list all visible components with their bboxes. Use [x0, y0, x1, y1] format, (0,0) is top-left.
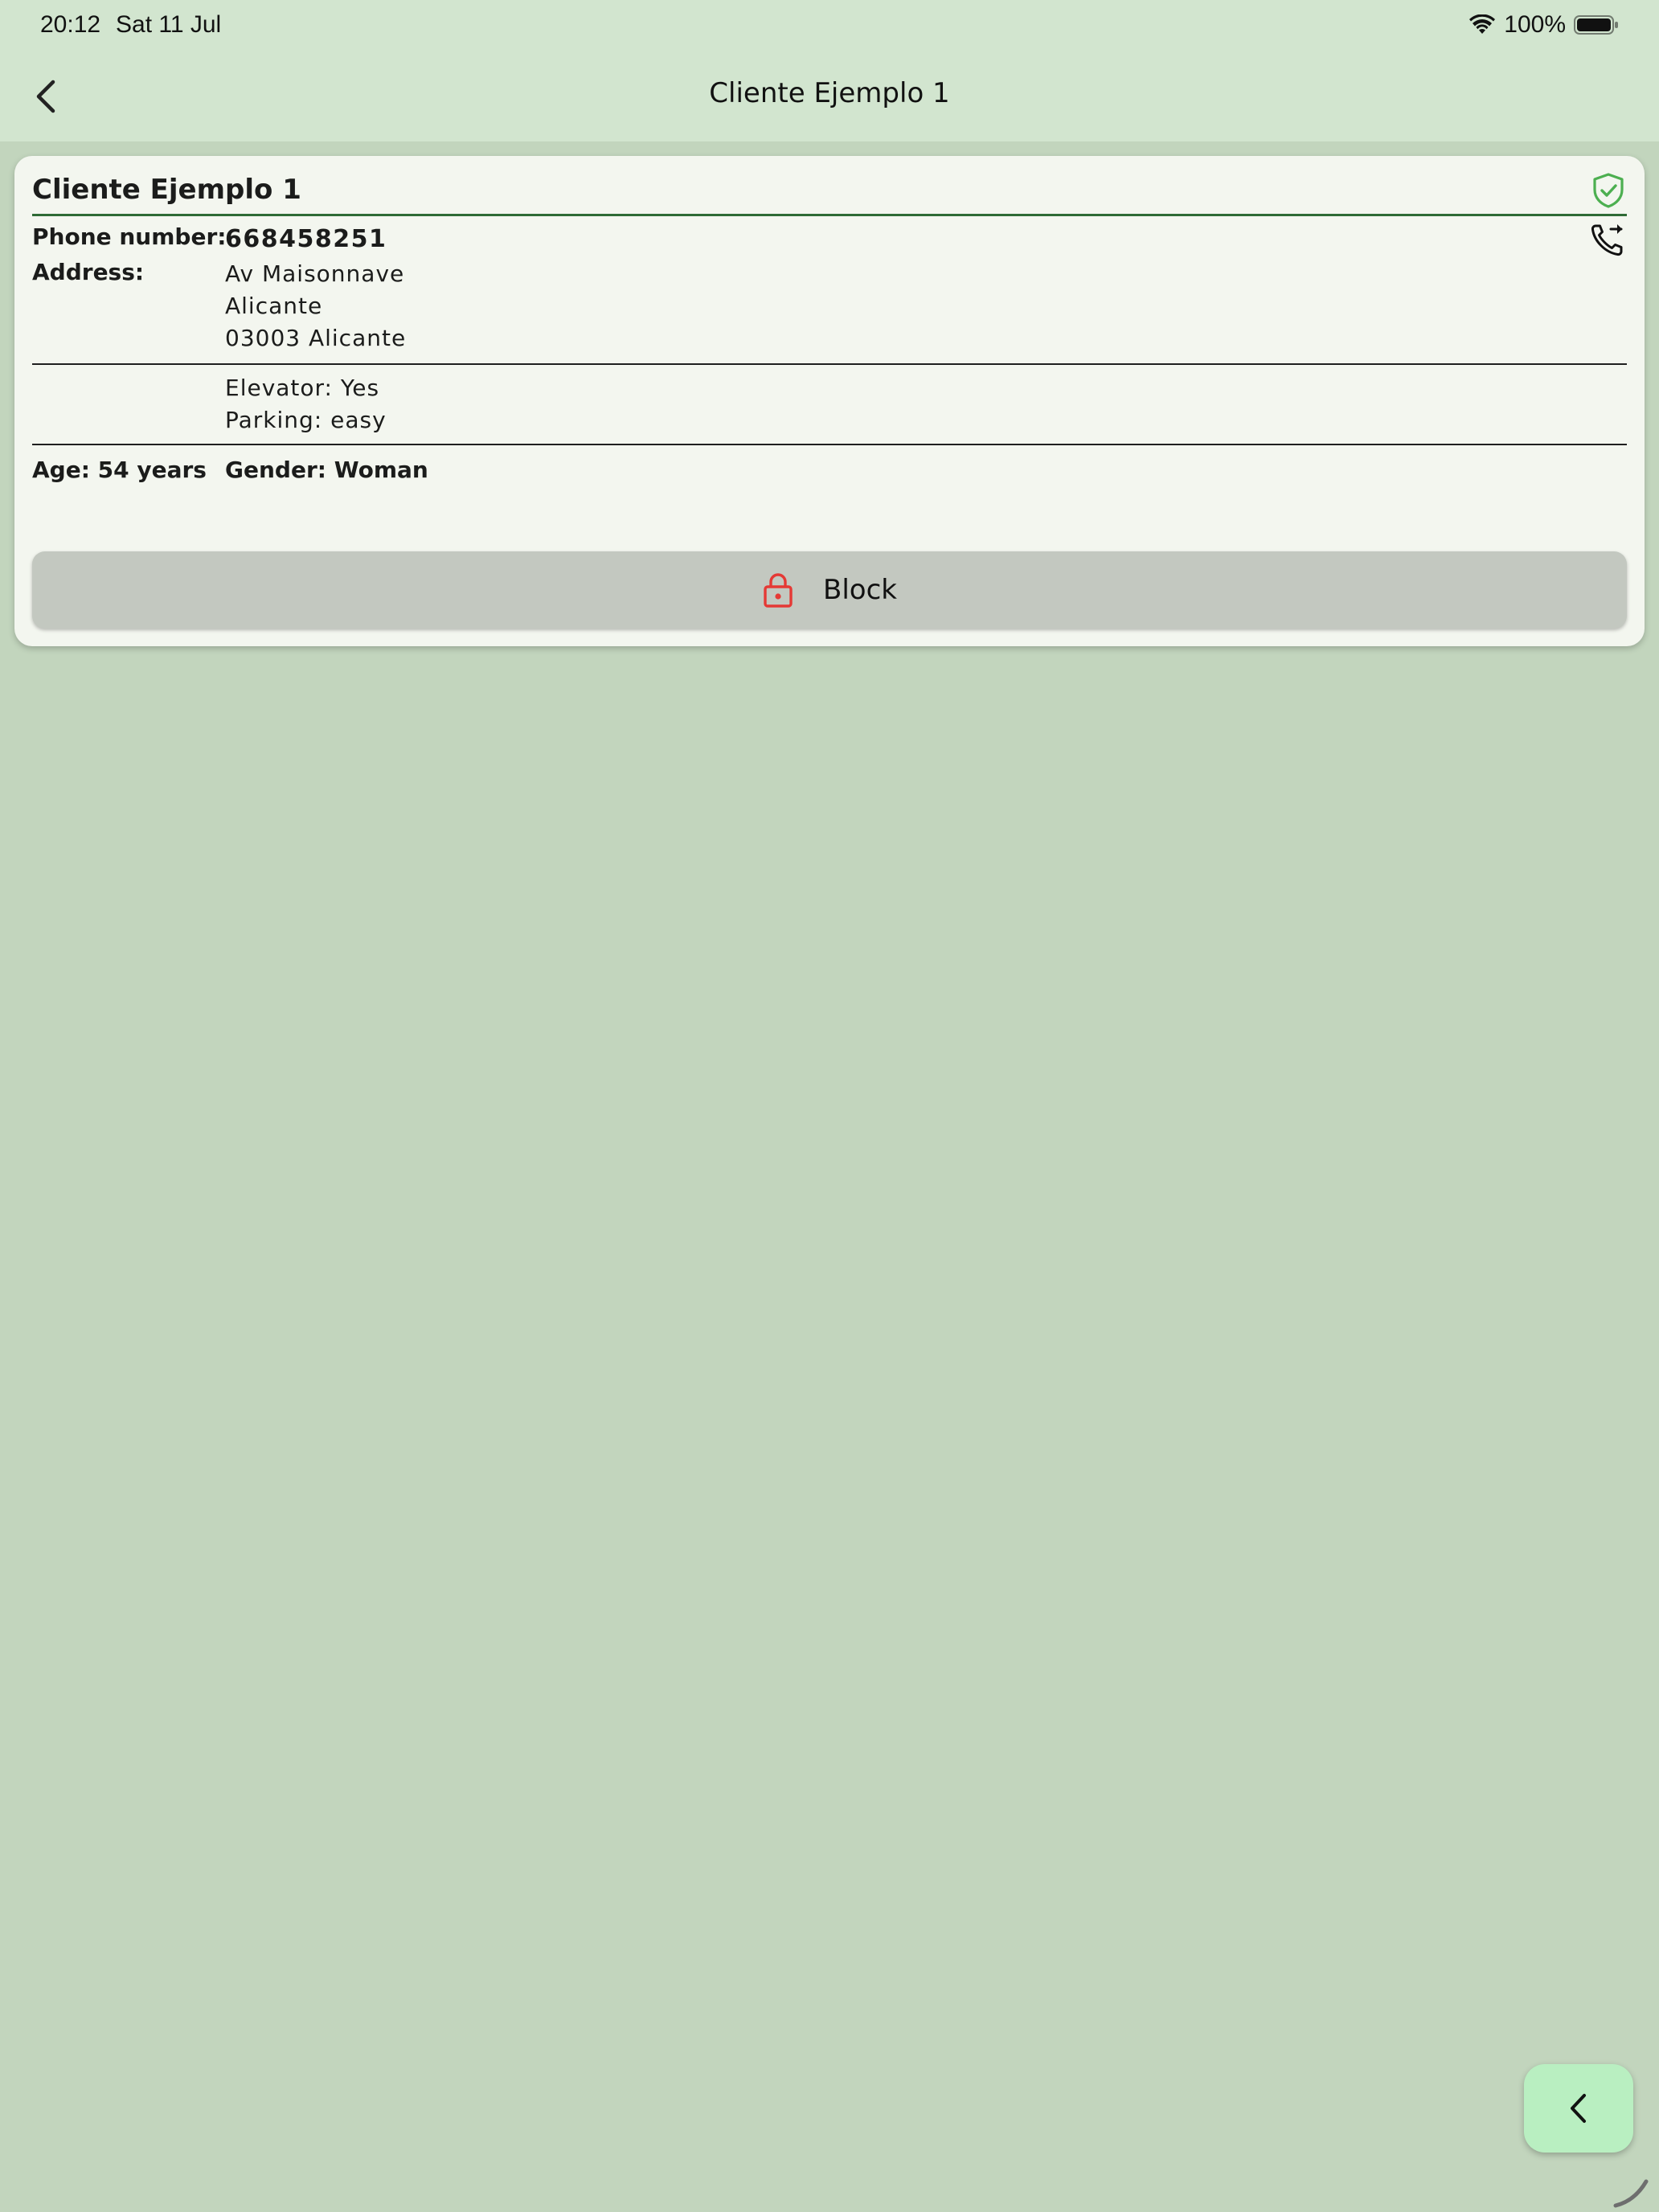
phone-label: Phone number:: [32, 223, 227, 250]
block-button-label: Block: [823, 574, 897, 606]
battery-percentage: 100%: [1504, 11, 1566, 38]
wifi-icon: [1469, 14, 1496, 34]
building-divider: [32, 444, 1627, 445]
parking-info: Parking: easy: [225, 407, 387, 433]
floating-back-button[interactable]: [1524, 2064, 1633, 2153]
address-label: Address:: [32, 259, 145, 285]
status-date: Sat 11 Jul: [116, 11, 222, 38]
status-indicators: 100%: [1469, 11, 1619, 39]
shield-check-icon: [1593, 173, 1624, 208]
status-time: 20:12: [40, 11, 101, 38]
name-divider: [32, 214, 1627, 216]
client-card: Cliente Ejemplo 1 Phone number: 66845825…: [14, 156, 1645, 646]
phone-forward-icon[interactable]: [1588, 220, 1627, 259]
client-name: Cliente Ejemplo 1: [32, 174, 301, 206]
lock-icon: [764, 573, 793, 608]
address-divider: [32, 363, 1627, 365]
client-card-content: Cliente Ejemplo 1 Phone number: 66845825…: [32, 156, 1627, 646]
battery-icon: [1574, 15, 1618, 35]
block-button[interactable]: Block: [32, 551, 1627, 629]
gender-info: Gender: Woman: [225, 457, 428, 483]
address-line-2: Alicante: [225, 293, 323, 319]
address-line-3: 03003 Alicante: [225, 325, 407, 351]
address-line-1: Av Maisonnave: [225, 260, 405, 287]
phone-value[interactable]: 668458251: [225, 225, 387, 253]
chevron-left-icon: [1571, 2094, 1586, 2123]
app-bar: Cliente Ejemplo 1: [0, 51, 1659, 141]
elevator-info: Elevator: Yes: [225, 375, 380, 401]
resize-handle-icon[interactable]: [1608, 2164, 1656, 2212]
status-bar: 20:12 Sat 11 Jul 100%: [0, 0, 1659, 51]
page-title: Cliente Ejemplo 1: [709, 77, 950, 109]
age-info: Age: 54 years: [32, 457, 207, 483]
